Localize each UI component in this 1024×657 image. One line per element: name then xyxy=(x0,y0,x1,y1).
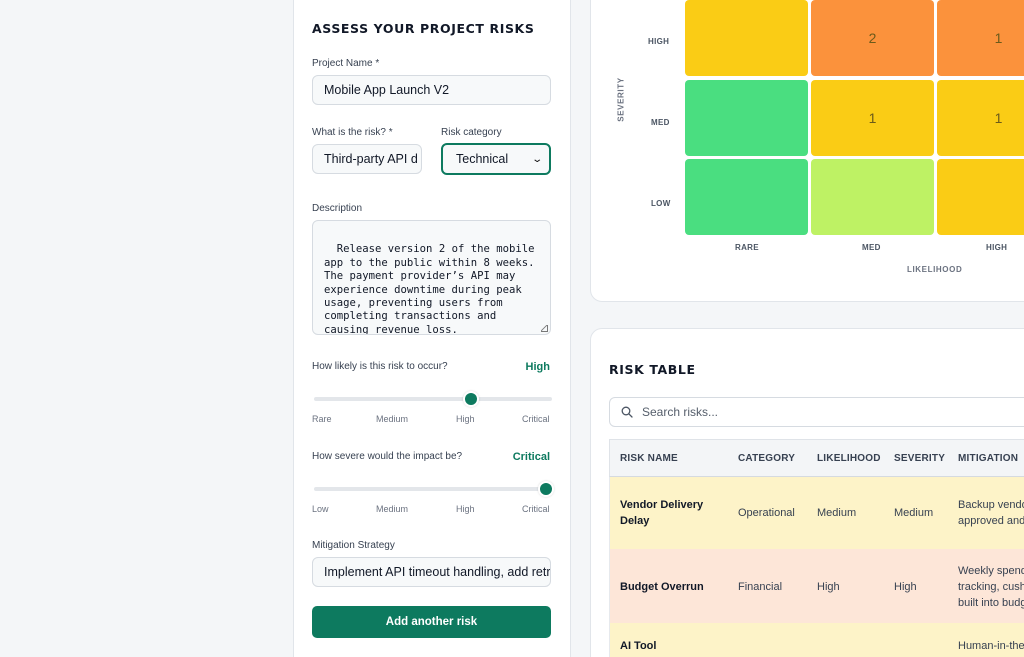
table-row[interactable]: AI Tool Human-in-the- xyxy=(609,623,1024,657)
likelihood-tick-high: High xyxy=(456,414,475,424)
matrix-cell-count: 1 xyxy=(994,30,1003,46)
matrix-cell-count: 2 xyxy=(868,30,877,46)
risk-input[interactable]: Third-party API d xyxy=(312,144,422,174)
header-mitigation[interactable]: MITIGATION xyxy=(958,453,1018,464)
mitigation-input[interactable]: Implement API timeout handling, add retr… xyxy=(312,557,551,587)
table-row[interactable]: Vendor Delivery Delay Operational Medium… xyxy=(609,477,1024,549)
matrix-cell[interactable]: 2 xyxy=(811,0,934,76)
add-risk-button[interactable]: Add another risk xyxy=(312,606,551,638)
matrix-cell-count: 1 xyxy=(868,110,877,126)
col-label-rare: RARE xyxy=(735,243,759,252)
description-label: Description xyxy=(312,203,363,214)
table-row[interactable]: Budget Overrun Financial High High Weekl… xyxy=(609,549,1024,623)
chevron-down-icon: ⌄ xyxy=(530,153,543,165)
search-placeholder: Search risks... xyxy=(642,405,719,419)
category-label: Risk category xyxy=(441,127,502,138)
cell-likelihood: High xyxy=(817,581,840,593)
form-title: ASSESS YOUR PROJECT RISKS xyxy=(312,21,535,36)
cell-category: Financial xyxy=(738,581,783,593)
col-label-med: MED xyxy=(862,243,881,252)
header-category[interactable]: CATEGORY xyxy=(738,453,795,464)
likelihood-label: How likely is this risk to occur? xyxy=(312,361,448,372)
matrix-cell[interactable]: 1 xyxy=(937,80,1024,156)
cell-category: Operational xyxy=(738,507,795,519)
likelihood-axis-title: LIKELIHOOD xyxy=(907,265,963,274)
project-name-label: Project Name * xyxy=(312,58,380,69)
likelihood-tick-critical: Critical xyxy=(522,414,550,424)
matrix-cell[interactable] xyxy=(685,80,808,156)
mitigation-label: Mitigation Strategy xyxy=(312,540,395,551)
severity-axis-title: SEVERITY xyxy=(616,77,626,122)
search-icon xyxy=(621,406,633,418)
table-header: RISK NAME CATEGORY LIKELIHOOD SEVERITY M… xyxy=(609,439,1024,477)
likelihood-tick-medium: Medium xyxy=(376,414,409,424)
likelihood-value: High xyxy=(525,361,550,373)
severity-label: How severe would the impact be? xyxy=(312,451,463,462)
matrix-cell[interactable] xyxy=(685,0,808,76)
col-label-high: HIGH xyxy=(986,243,1008,252)
category-select[interactable]: Technical ⌄ xyxy=(441,143,551,175)
matrix-cell-count: 1 xyxy=(994,110,1003,126)
row-label-low: LOW xyxy=(651,199,671,208)
description-textarea[interactable]: Release version 2 of the mobile app to t… xyxy=(312,220,551,335)
header-severity[interactable]: SEVERITY xyxy=(894,453,945,464)
cell-mitigation: Weekly spend tracking, cush built into b… xyxy=(958,565,1024,609)
matrix-cell[interactable] xyxy=(811,159,934,235)
cell-likelihood: Medium xyxy=(817,507,857,519)
cell-risk-name: AI Tool xyxy=(620,640,657,652)
severity-tick-medium: Medium xyxy=(376,504,409,514)
category-select-value: Technical xyxy=(456,152,509,166)
severity-tick-high: High xyxy=(456,504,475,514)
matrix-cell[interactable]: 1 xyxy=(937,0,1024,76)
cell-mitigation: Human-in-the- xyxy=(958,640,1024,652)
matrix-cell[interactable]: 1 xyxy=(811,80,934,156)
likelihood-slider-thumb[interactable] xyxy=(464,393,477,405)
cell-severity: High xyxy=(894,581,917,593)
row-label-med: MED xyxy=(651,118,670,127)
likelihood-slider-track[interactable] xyxy=(314,397,552,401)
cell-risk-name: Budget Overrun xyxy=(620,581,704,593)
cell-severity: Medium xyxy=(894,507,934,519)
severity-value: Critical xyxy=(512,451,550,463)
matrix-cell[interactable] xyxy=(685,159,808,235)
project-name-input[interactable]: Mobile App Launch V2 xyxy=(312,75,551,105)
header-likelihood[interactable]: LIKELIHOOD xyxy=(817,453,881,464)
row-label-high: HIGH xyxy=(648,37,670,46)
severity-tick-low: Low xyxy=(312,504,329,514)
header-risk-name[interactable]: RISK NAME xyxy=(620,453,678,464)
severity-slider-thumb[interactable] xyxy=(540,483,552,495)
cell-mitigation: Backup vendo approved and xyxy=(958,499,1024,527)
risk-label: What is the risk? * xyxy=(312,127,393,138)
resize-handle-icon[interactable] xyxy=(541,325,548,332)
severity-tick-critical: Critical xyxy=(522,504,550,514)
matrix-cell[interactable] xyxy=(937,159,1024,235)
likelihood-tick-rare: Rare xyxy=(312,414,332,424)
severity-slider-track[interactable] xyxy=(314,487,552,491)
description-text: Release version 2 of the mobile app to t… xyxy=(324,243,535,335)
table-title: RISK TABLE xyxy=(609,362,696,377)
cell-risk-name: Vendor Delivery Delay xyxy=(620,499,704,527)
search-input[interactable]: Search risks... xyxy=(609,397,1024,427)
